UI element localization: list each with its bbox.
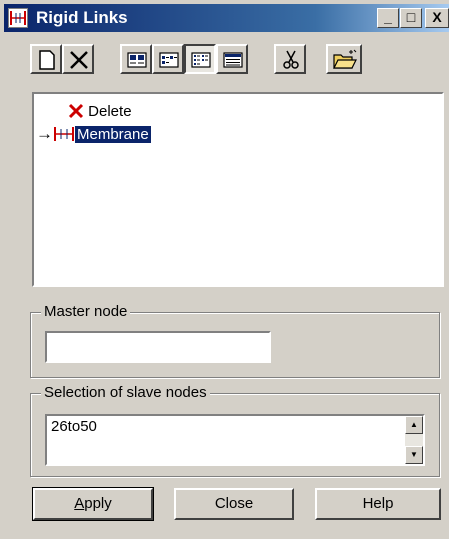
scroll-up-button[interactable]: ▲: [405, 416, 423, 434]
maximize-icon: □: [406, 9, 416, 25]
new-icon: [39, 50, 55, 70]
open-folder-icon: [333, 49, 357, 69]
cut-button[interactable]: [274, 44, 306, 74]
close-window-button[interactable]: X: [425, 8, 449, 28]
view-large-icons-icon: [127, 52, 147, 68]
cut-icon: [283, 50, 299, 69]
scroll-down-button[interactable]: ▼: [405, 446, 423, 464]
view-small-icons-icon: [159, 52, 179, 68]
close-button-label: Close: [214, 495, 254, 512]
new-button[interactable]: [30, 44, 62, 74]
tree-item-delete[interactable]: Delete: [68, 102, 132, 122]
help-button[interactable]: Help: [315, 488, 441, 520]
master-node-group: Master node: [30, 303, 440, 378]
rigid-links-tree[interactable]: Delete → Membrane: [32, 92, 444, 287]
slave-nodes-value[interactable]: 26to50: [51, 418, 97, 435]
tree-item-label: Delete: [88, 103, 132, 120]
current-arrow-icon: →: [36, 124, 53, 143]
tree-item-membrane[interactable]: → Membrane: [36, 124, 151, 144]
rigid-link-icon: [54, 127, 74, 141]
view-small-icons-button[interactable]: [152, 44, 184, 74]
help-button-label: Help: [362, 495, 394, 512]
delete-button[interactable]: [62, 44, 94, 74]
apply-button[interactable]: Apply: [32, 487, 154, 521]
master-node-legend: Master node: [41, 303, 131, 320]
window-title: Rigid Links: [36, 8, 128, 27]
title-bar[interactable]: Rigid Links _ □ X: [4, 4, 449, 32]
apply-button-label: Apply: [74, 495, 112, 512]
red-x-icon: [68, 103, 84, 119]
delete-icon: [70, 51, 88, 69]
master-node-input[interactable]: [51, 335, 265, 352]
rigid-link-app-icon: [8, 8, 28, 28]
close-icon: X: [432, 9, 442, 25]
toolbar: [0, 38, 449, 78]
view-list-button[interactable]: [184, 44, 216, 74]
rigid-links-window: Rigid Links _ □ X Delete → Membrane Mast…: [0, 0, 449, 539]
slave-nodes-field[interactable]: 26to50 ▲ ▼: [45, 414, 425, 466]
slave-nodes-legend: Selection of slave nodes: [41, 384, 210, 401]
view-large-icons-button[interactable]: [120, 44, 152, 74]
minimize-button[interactable]: _: [377, 8, 399, 28]
minimize-icon: _: [384, 9, 392, 25]
view-list-icon: [191, 52, 211, 68]
slave-nodes-group: Selection of slave nodes 26to50 ▲ ▼: [30, 384, 440, 477]
maximize-button[interactable]: □: [400, 8, 422, 28]
view-details-icon: [223, 52, 243, 68]
close-button[interactable]: Close: [174, 488, 294, 520]
master-node-field[interactable]: [45, 331, 271, 363]
slave-nodes-scrollbar[interactable]: ▲ ▼: [405, 416, 423, 464]
open-folder-button[interactable]: [326, 44, 362, 74]
view-details-button[interactable]: [216, 44, 248, 74]
tree-item-label: Membrane: [75, 126, 151, 143]
